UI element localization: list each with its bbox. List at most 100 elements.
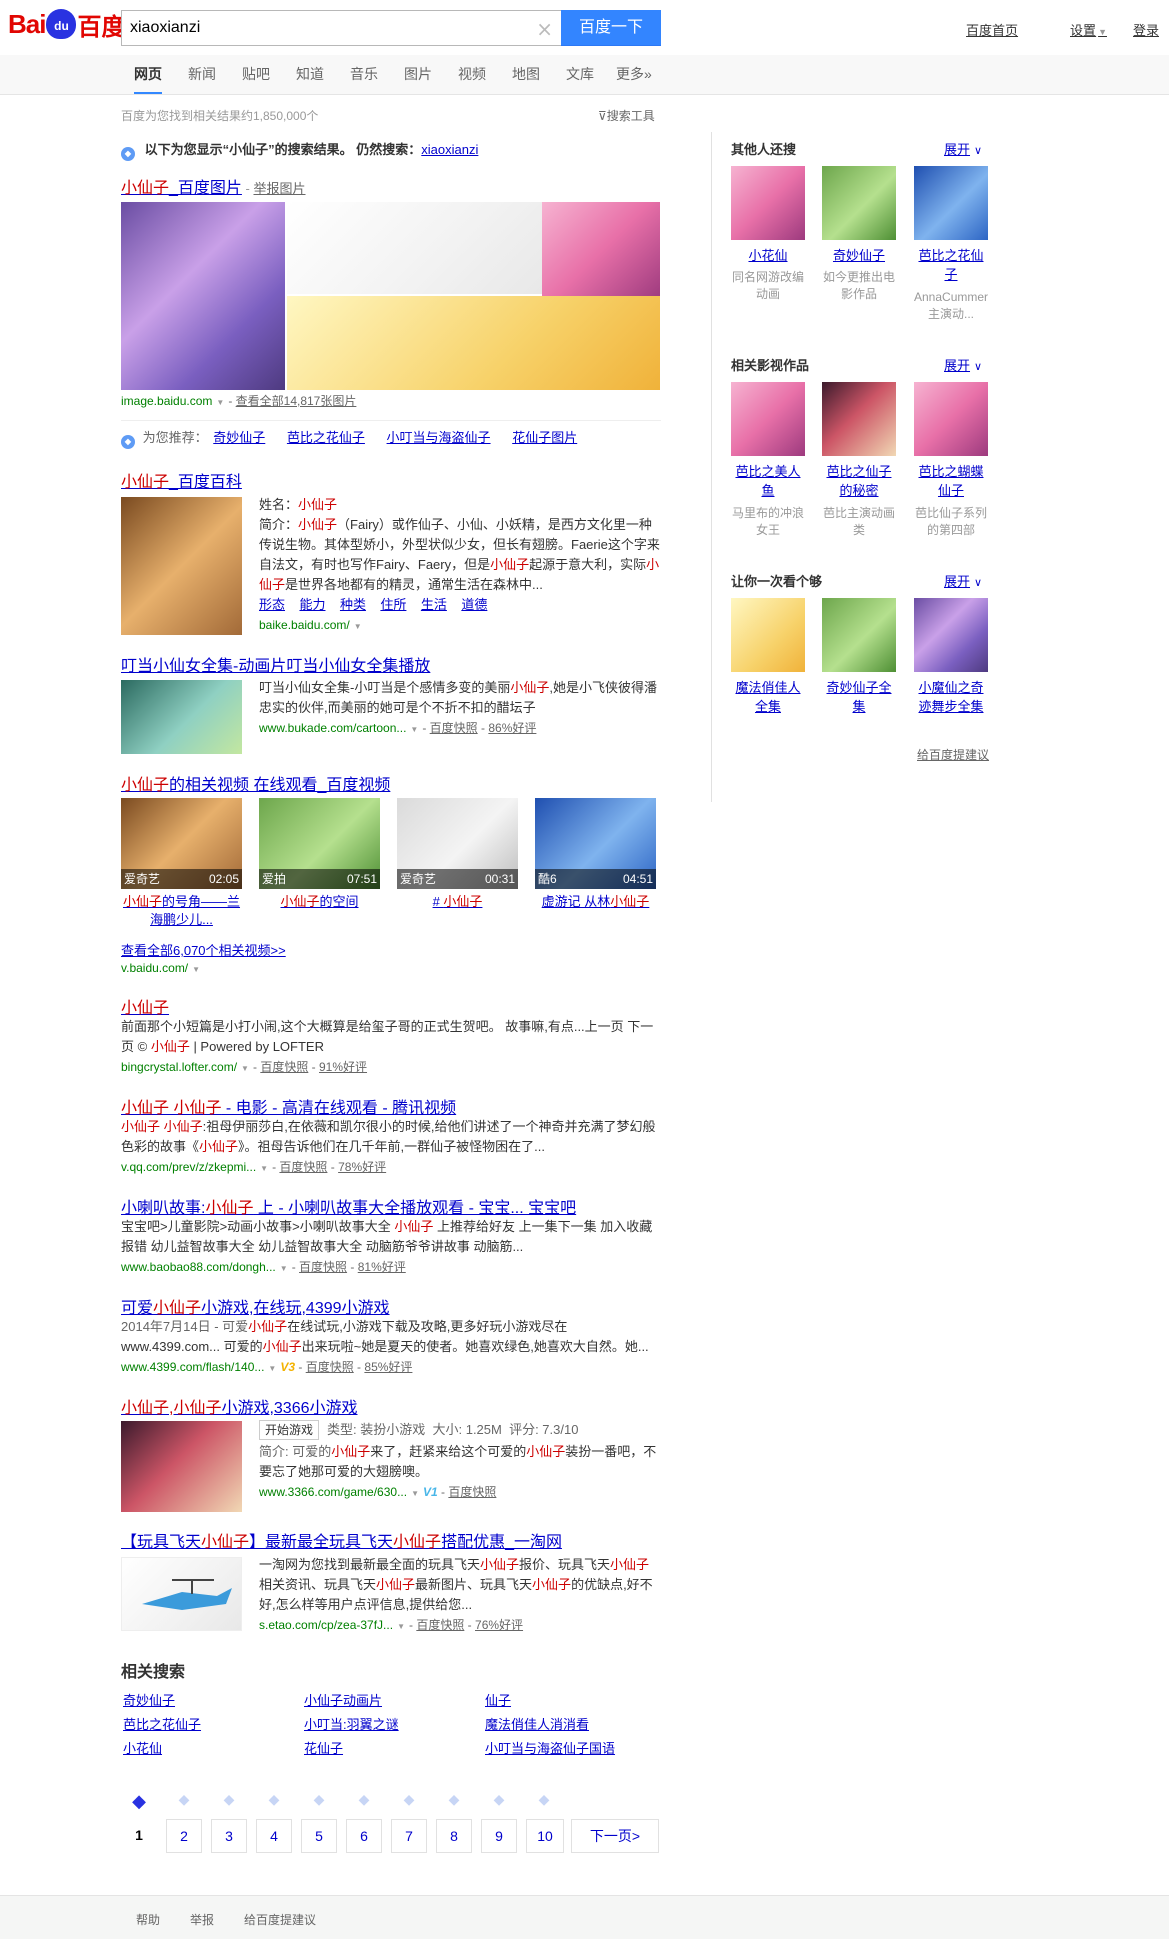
dropdown-arrow-icon[interactable]: ▼ — [280, 1259, 288, 1279]
tab-wenku[interactable]: 文库 — [566, 55, 594, 94]
sidebar-thumb[interactable] — [822, 166, 896, 240]
sidebar-item-title[interactable]: 芭比之美人鱼 — [731, 462, 805, 500]
tab-zhidao[interactable]: 知道 — [296, 55, 324, 94]
cache-link[interactable]: 百度快照 — [416, 1618, 464, 1632]
cache-link[interactable]: 百度快照 — [299, 1260, 347, 1274]
recommend-link[interactable]: 小叮当与海盗仙子 — [387, 430, 491, 445]
result-link[interactable]: 可爱小仙子小游戏,在线玩,4399小游戏 — [121, 1300, 390, 1317]
tab-video[interactable]: 视频 — [458, 55, 486, 94]
tab-images[interactable]: 图片 — [404, 55, 432, 94]
v-badge-icon[interactable]: V3 — [280, 1360, 295, 1374]
sidebar-thumb[interactable] — [914, 598, 988, 672]
baike-sublink[interactable]: 形态 — [259, 597, 285, 612]
cache-link[interactable]: 百度快照 — [279, 1160, 327, 1174]
report-images-link[interactable]: 举报图片 — [254, 181, 306, 196]
baidu-home-link[interactable]: 百度首页 — [966, 20, 1018, 39]
baike-link[interactable]: 小仙子_百度百科 — [121, 474, 242, 491]
tab-news[interactable]: 新闻 — [188, 55, 216, 94]
sidebar-item-title[interactable]: 小魔仙之奇迹舞步全集 — [914, 678, 988, 716]
related-search-link[interactable]: 奇妙仙子 — [123, 1690, 175, 1709]
v-badge-icon[interactable]: V1 — [423, 1485, 438, 1499]
rating-link[interactable]: 91%好评 — [319, 1060, 367, 1074]
page-link[interactable]: 8 — [436, 1819, 472, 1853]
clear-icon[interactable]: × — [536, 17, 553, 41]
cache-link[interactable]: 百度快照 — [448, 1485, 496, 1499]
tab-map[interactable]: 地图 — [512, 55, 540, 94]
video-title-link[interactable]: 虚游记 从林小仙子 — [535, 893, 656, 911]
result-link[interactable]: 【玩具飞天小仙子】最新最全玩具飞天小仙子搭配优惠_一淘网 — [121, 1534, 562, 1551]
related-search-link[interactable]: 花仙子 — [304, 1738, 343, 1757]
sidebar-item-title[interactable]: 魔法俏佳人全集 — [731, 678, 805, 716]
video-thumb[interactable]: 爱拍 07:51 — [259, 798, 380, 889]
all-videos-link[interactable]: 查看全部6,070个相关视频>> — [121, 940, 286, 959]
rating-link[interactable]: 78%好评 — [338, 1160, 386, 1174]
dropdown-arrow-icon[interactable]: ▼ — [411, 1484, 419, 1504]
result-link[interactable]: 叮当小仙女全集-动画片叮当小仙女全集播放 — [121, 658, 430, 675]
related-search-link[interactable]: 小叮当:羽翼之谜 — [304, 1714, 399, 1733]
baike-sublink[interactable]: 道德 — [461, 597, 487, 612]
related-search-link[interactable]: 小花仙 — [123, 1738, 162, 1757]
result-link[interactable]: 小仙子,小仙子小游戏,3366小游戏 — [121, 1400, 358, 1417]
sidebar-item-title[interactable]: 奇妙仙子 — [822, 246, 896, 265]
login-link[interactable]: 登录 — [1133, 20, 1159, 39]
recommend-link[interactable]: 奇妙仙子 — [213, 430, 265, 445]
page-link[interactable]: 3 — [211, 1819, 247, 1853]
fairy-collage-image[interactable] — [287, 202, 542, 294]
rating-link[interactable]: 76%好评 — [475, 1618, 523, 1632]
report-link[interactable]: 举报 — [190, 1911, 214, 1928]
sidebar-thumb[interactable] — [914, 166, 988, 240]
video-thumb[interactable]: 爱奇艺 02:05 — [121, 798, 242, 889]
tab-music[interactable]: 音乐 — [350, 55, 378, 94]
fairy-image[interactable] — [121, 202, 285, 390]
search-input[interactable] — [122, 11, 522, 45]
bukade-thumb[interactable] — [121, 680, 242, 754]
result-link[interactable]: 小仙子 小仙子 - 电影 - 高清在线观看 - 腾讯视频 — [121, 1100, 456, 1117]
sidebar-thumb[interactable] — [731, 598, 805, 672]
dropdown-arrow-icon[interactable]: ▼ — [241, 1059, 249, 1079]
tab-tieba[interactable]: 贴吧 — [242, 55, 270, 94]
page-link[interactable]: 9 — [481, 1819, 517, 1853]
baike-sublink[interactable]: 生活 — [421, 597, 447, 612]
dropdown-arrow-icon[interactable]: ▼ — [268, 1359, 276, 1379]
baike-fairy-image[interactable] — [121, 497, 242, 635]
dropdown-arrow-icon[interactable]: ▼ — [216, 398, 224, 407]
cache-link[interactable]: 百度快照 — [260, 1060, 308, 1074]
next-page-button[interactable]: 下一页> — [571, 1819, 659, 1853]
etao-thumb[interactable] — [121, 1557, 242, 1631]
baidu-logo[interactable]: Bai du 百度 — [8, 6, 125, 42]
search-button[interactable]: 百度一下 — [561, 10, 661, 46]
dropdown-arrow-icon[interactable]: ▼ — [410, 720, 418, 740]
dropdown-arrow-icon[interactable]: ▼ — [260, 1159, 268, 1179]
sidebar-item-title[interactable]: 奇妙仙子全集 — [822, 678, 896, 716]
video-title-link[interactable]: # 小仙子 — [397, 893, 518, 911]
page-link[interactable]: 2 — [166, 1819, 202, 1853]
sidebar-thumb[interactable] — [914, 382, 988, 456]
start-game-button[interactable]: 开始游戏 — [259, 1420, 320, 1440]
expand-link[interactable]: 展开 ∨ — [944, 355, 982, 374]
rating-link[interactable]: 85%好评 — [364, 1360, 412, 1374]
recommend-link[interactable]: 花仙子图片 — [512, 430, 577, 445]
search-tools-button[interactable]: ⊽搜索工具 — [598, 107, 655, 124]
sidebar-thumb[interactable] — [822, 382, 896, 456]
dropdown-arrow-icon[interactable]: ▼ — [354, 617, 362, 637]
related-search-link[interactable]: 小叮当与海盗仙子国语 — [485, 1738, 615, 1757]
dropdown-arrow-icon[interactable]: ▼ — [397, 1617, 405, 1637]
video-result-link[interactable]: 小仙子的相关视频 在线观看_百度视频 — [121, 777, 390, 794]
tab-more[interactable]: 更多» — [616, 55, 652, 94]
baike-sublink[interactable]: 种类 — [340, 597, 366, 612]
sidebar-item-title[interactable]: 芭比之蝴蝶仙子 — [914, 462, 988, 500]
sidebar-thumb[interactable] — [731, 382, 805, 456]
rating-link[interactable]: 81%好评 — [358, 1260, 406, 1274]
game-thumb[interactable] — [121, 1421, 242, 1512]
tab-web[interactable]: 网页 — [134, 55, 162, 94]
result-link[interactable]: 小仙子 — [121, 1000, 169, 1017]
cache-link[interactable]: 百度快照 — [430, 721, 478, 735]
cache-link[interactable]: 百度快照 — [306, 1360, 354, 1374]
sidebar-thumb[interactable] — [731, 166, 805, 240]
recommend-link[interactable]: 芭比之花仙子 — [287, 430, 365, 445]
related-search-link[interactable]: 小仙子动画片 — [304, 1690, 382, 1709]
related-search-link[interactable]: 芭比之花仙子 — [123, 1714, 201, 1733]
sidebar-thumb[interactable] — [822, 598, 896, 672]
page-link[interactable]: 5 — [301, 1819, 337, 1853]
related-search-link[interactable]: 仙子 — [485, 1690, 511, 1709]
